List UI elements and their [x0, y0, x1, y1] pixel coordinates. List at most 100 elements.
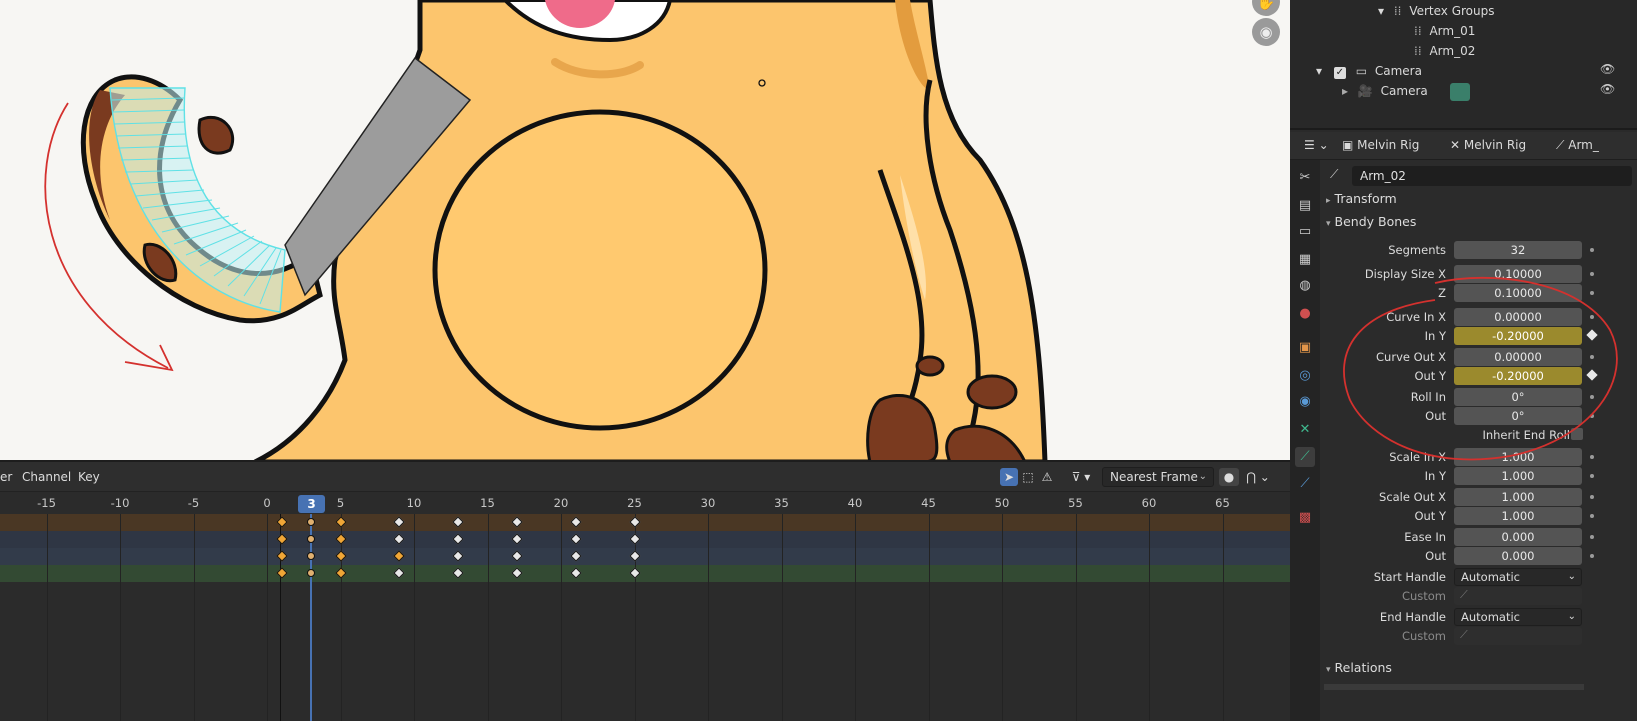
- decorator-dot[interactable]: [1590, 291, 1594, 295]
- menu-view-partial[interactable]: er: [0, 470, 12, 484]
- decorator-dot[interactable]: [1590, 455, 1594, 459]
- viewport[interactable]: ✋ ◉: [0, 0, 1290, 462]
- camera-view-icon[interactable]: ◉: [1252, 18, 1280, 46]
- expanded-arrow-icon: ▾: [1326, 219, 1331, 229]
- armature-data-tab-icon[interactable]: ✕: [1295, 420, 1315, 440]
- end-custom-label: Custom: [1401, 629, 1446, 643]
- scale-out-y-label: Out Y: [1414, 509, 1446, 523]
- segments-field[interactable]: 32: [1454, 241, 1582, 259]
- eye-icon[interactable]: 👁: [1600, 82, 1615, 96]
- decorator-dot[interactable]: [1590, 355, 1594, 359]
- scale-in-y-field[interactable]: 1.000: [1454, 467, 1582, 485]
- display-size-x-field[interactable]: 0.10000: [1454, 265, 1582, 283]
- bone-icon: ⟋: [1330, 167, 1339, 181]
- eye-icon[interactable]: 👁: [1600, 62, 1615, 76]
- decorator-dot[interactable]: [1590, 514, 1594, 518]
- output-tab-icon[interactable]: ▭: [1295, 222, 1315, 242]
- frame-tick-label: 35: [774, 496, 789, 510]
- crumb-armature-label: Melvin Rig: [1463, 138, 1527, 152]
- display-size-z-field[interactable]: 0.10000: [1454, 284, 1582, 302]
- select-tool-icon[interactable]: ➤: [1000, 468, 1018, 486]
- end-custom-field[interactable]: ⟋: [1454, 627, 1582, 645]
- scale-out-x-field[interactable]: 1.000: [1454, 488, 1582, 506]
- expand-arrow-icon[interactable]: ▾: [1316, 64, 1322, 78]
- keyframe-diamond[interactable]: [307, 518, 316, 526]
- dope-sheet-header: er Channel Key ➤ ⬚ ⚠ ⊽ ▾ Nearest Frame ⌄ …: [0, 462, 1290, 492]
- layer-buttons-strip[interactable]: [1324, 684, 1584, 690]
- render-tab-icon[interactable]: ▤: [1295, 196, 1315, 216]
- start-custom-field[interactable]: ⟋: [1454, 587, 1582, 605]
- roll-in-field[interactable]: 0°: [1454, 388, 1582, 406]
- frame-tick-label: 55: [1068, 496, 1083, 510]
- menu-key[interactable]: Key: [78, 470, 100, 484]
- expand-arrow-icon[interactable]: ▸: [1342, 84, 1348, 98]
- decorator-dot[interactable]: [1590, 395, 1594, 399]
- decorator-dot[interactable]: [1590, 495, 1594, 499]
- decorator-dot[interactable]: [1590, 474, 1594, 478]
- decorator-dot[interactable]: [1590, 535, 1594, 539]
- outliner-vg-arm01[interactable]: ⁞⁞ Arm_01: [1414, 21, 1475, 41]
- outliner-vg-arm02[interactable]: ⁞⁞ Arm_02: [1414, 41, 1475, 61]
- snap-mode-value: Nearest Frame: [1110, 470, 1198, 484]
- curve-in-x-field[interactable]: 0.00000: [1454, 308, 1582, 326]
- filter-icon[interactable]: ⊽ ▾: [1066, 468, 1096, 486]
- start-handle-dropdown[interactable]: Automatic ⌄: [1454, 568, 1582, 586]
- curve-out-x-field[interactable]: 0.00000: [1454, 348, 1582, 366]
- curve-out-y-field[interactable]: -0.20000: [1454, 367, 1582, 385]
- display-size-z-label: Z: [1438, 286, 1446, 300]
- keyframe-diamond[interactable]: [307, 535, 316, 543]
- ease-out-field[interactable]: 0.000: [1454, 547, 1582, 565]
- tool-tab-icon[interactable]: ✂: [1295, 168, 1315, 188]
- outliner-camera-object[interactable]: ▸ 🎥 Camera: [1342, 81, 1470, 101]
- decorator-dot[interactable]: [1590, 248, 1594, 252]
- decorator-dot[interactable]: [1590, 554, 1594, 558]
- bone-icon: ⟋: [1460, 588, 1468, 601]
- playhead-line[interactable]: [310, 514, 313, 721]
- frame-gridline: [340, 514, 342, 721]
- expand-arrow-icon[interactable]: ▾: [1378, 4, 1384, 18]
- bone-name-field[interactable]: Arm_02: [1352, 166, 1632, 186]
- proportional-edit-icon[interactable]: ●: [1219, 468, 1239, 486]
- end-handle-value: Automatic: [1461, 610, 1520, 624]
- dope-sheet[interactable]: er Channel Key ➤ ⬚ ⚠ ⊽ ▾ Nearest Frame ⌄ …: [0, 462, 1290, 721]
- keyframe-diamond[interactable]: [307, 552, 316, 560]
- roll-out-field[interactable]: 0°: [1454, 407, 1582, 425]
- ease-in-field[interactable]: 0.000: [1454, 528, 1582, 546]
- keyframe-diamond-icon[interactable]: [1586, 329, 1598, 341]
- frame-gridline: [414, 514, 415, 721]
- armature-crumb[interactable]: ✕ Melvin Rig: [1450, 138, 1526, 152]
- scale-out-y-field[interactable]: 1.000: [1454, 507, 1582, 525]
- scale-in-x-field[interactable]: 1.000: [1454, 448, 1582, 466]
- bone-crumb[interactable]: ⟋ Arm_: [1556, 138, 1599, 153]
- camera-data-icon[interactable]: [1449, 82, 1470, 101]
- checkbox-icon[interactable]: ✓: [1333, 67, 1346, 79]
- inherit-end-roll-checkbox[interactable]: [1571, 428, 1583, 440]
- menu-channel[interactable]: Channel: [22, 470, 71, 484]
- relations-panel-header[interactable]: ▾ Relations: [1326, 660, 1392, 675]
- expanded-arrow-icon: ▾: [1326, 665, 1331, 675]
- object-crumb[interactable]: ▣ Melvin Rig: [1342, 138, 1419, 152]
- box-select-icon[interactable]: ⬚: [1019, 468, 1037, 486]
- outliner-vertex-groups[interactable]: ▾ ⁞⁞ Vertex Groups: [1378, 1, 1495, 21]
- warning-icon[interactable]: ⚠: [1038, 468, 1056, 486]
- frame-gridline: [855, 514, 856, 721]
- curve-in-y-field[interactable]: -0.20000: [1454, 327, 1582, 345]
- curve-out-x-label: Curve Out X: [1376, 350, 1446, 364]
- outliner-camera-collection[interactable]: ▾ ✓ ▭ Camera: [1316, 61, 1422, 81]
- transform-panel-header[interactable]: ▸ Transform: [1326, 191, 1397, 206]
- frame-gridline: [634, 514, 636, 721]
- end-handle-dropdown[interactable]: Automatic ⌄: [1454, 608, 1582, 626]
- decorator-dot[interactable]: [1590, 315, 1594, 319]
- current-frame-indicator[interactable]: 3: [298, 495, 326, 513]
- decorator-dot[interactable]: [1590, 272, 1594, 276]
- decorator-dot[interactable]: [1590, 414, 1594, 418]
- snap-mode-dropdown[interactable]: Nearest Frame ⌄: [1102, 467, 1214, 487]
- outliner[interactable]: ▾ ⁞⁞ Vertex Groups ⁞⁞ Arm_01 ⁞⁞ Arm_02 ▾…: [1290, 0, 1637, 130]
- display-size-x-label: Display Size X: [1364, 267, 1446, 281]
- keyframe-diamond-icon[interactable]: [1586, 369, 1598, 381]
- keyframe-diamond[interactable]: [307, 569, 316, 577]
- frame-ruler[interactable]: -15 -10 -5 0 5 10 15 20 25 30 35 40 45 50 55 60 65: [0, 492, 1290, 514]
- editor-type-icon[interactable]: ☰ ⌄: [1304, 138, 1329, 152]
- bendy-bones-panel-header[interactable]: ▾ Bendy Bones: [1326, 214, 1416, 229]
- frame-tick-label: 25: [627, 496, 642, 510]
